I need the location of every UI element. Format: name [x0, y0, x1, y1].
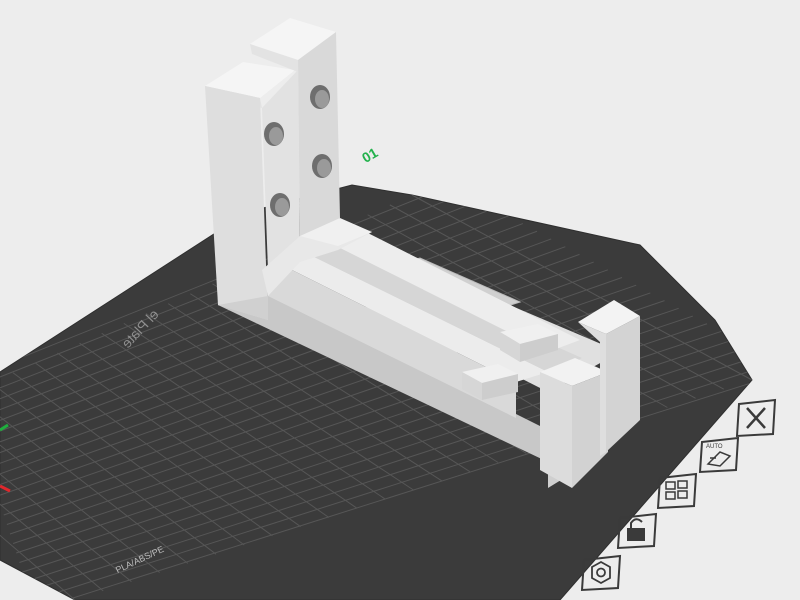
arrange-icon: [656, 472, 698, 510]
auto-orient-icon: AUTO: [698, 436, 740, 474]
settings-button[interactable]: [578, 552, 624, 592]
3d-viewport[interactable]: el Plate PLA/ABS/PE 01 AUTO: [0, 0, 800, 600]
arrange-button[interactable]: [654, 470, 700, 510]
scene-canvas[interactable]: [0, 0, 800, 600]
lock-button[interactable]: [614, 510, 660, 550]
close-button[interactable]: [733, 398, 779, 438]
auto-label: AUTO: [706, 444, 723, 450]
hex-nut-icon: [580, 554, 622, 592]
auto-orient-button[interactable]: AUTO: [696, 434, 742, 474]
lock-icon: [616, 512, 658, 550]
close-icon: [735, 398, 777, 438]
